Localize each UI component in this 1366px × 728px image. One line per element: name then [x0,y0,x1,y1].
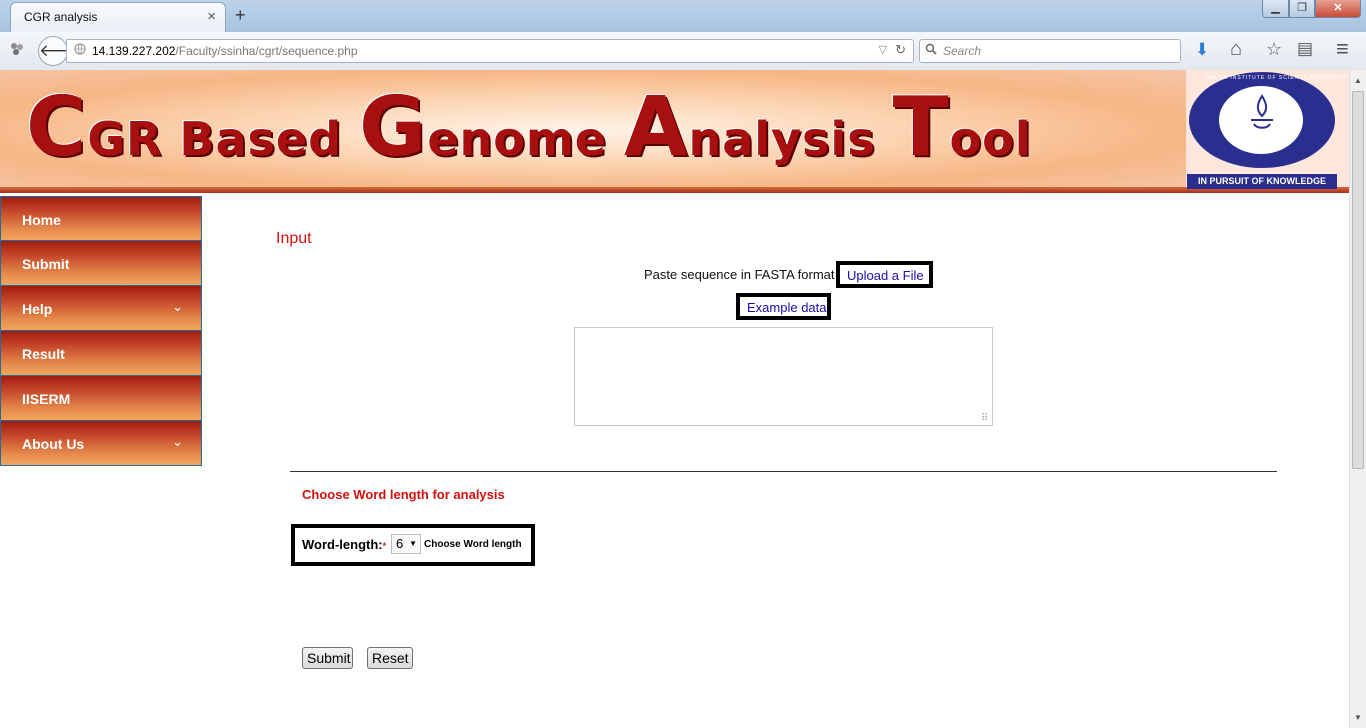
url-dropdown-icon[interactable]: ▽ [879,43,887,56]
reading-list-icon[interactable]: ▤ [1297,39,1313,59]
page-scrollbar[interactable]: ▲ ▼ [1349,71,1366,728]
close-window-button[interactable]: ✕ [1315,0,1361,18]
sidebar-nav: Home Submit Help ⌄ Result IISERM About Us ⌄ [0,196,202,466]
tab-close-icon[interactable]: × [207,8,216,25]
site-title: CGR Based Genome Analysis Tool [26,80,1032,175]
sidebar-item-label: About Us [22,436,85,452]
title-part: T [892,80,950,175]
word-length-value: 6 [396,536,404,551]
word-length-hint: Choose Word length [424,539,522,550]
sidebar-item-label: Home [22,212,61,228]
chevron-down-icon: ⌄ [172,434,183,449]
chevron-down-icon: ⌄ [172,299,183,314]
sidebar-item-label: IISERM [22,391,71,407]
url-host: 14.139.227.202 [92,44,176,58]
upload-link-box: Upload a File [836,261,933,288]
sidebar-item-iiserm[interactable]: IISERM [0,376,202,421]
title-part: nalysis [688,112,893,166]
tab-title: CGR analysis [24,10,98,24]
scroll-up-icon[interactable]: ▲ [1354,76,1362,85]
title-part: A [624,80,689,175]
search-icon [925,43,937,58]
new-tab-icon[interactable]: + [235,5,246,26]
identity-icon[interactable] [9,41,25,61]
home-icon[interactable]: ⌂ [1230,38,1242,61]
url-text: 14.139.227.202/Faculty/ssinha/cgrt/seque… [92,44,358,58]
reload-icon[interactable]: ↻ [895,42,906,58]
paste-instruction: Paste sequence in FASTA format [644,267,835,282]
upload-file-link[interactable]: Upload a File [847,268,924,283]
sequence-input[interactable] [574,327,993,426]
menu-icon[interactable]: ≡ [1336,36,1349,62]
word-length-heading: Choose Word length for analysis [302,487,505,502]
submit-button[interactable]: Submit [302,647,353,669]
required-marker: * [382,541,387,551]
sidebar-item-label: Submit [22,256,70,272]
section-divider [290,471,1277,472]
globe-icon [74,43,86,58]
sidebar-item-label: Help [22,301,53,317]
sidebar-item-home[interactable]: Home [0,196,202,241]
lamp-icon [1249,94,1275,143]
word-length-box: Word-length:* 6 ▼ Choose Word length [291,524,535,566]
maximize-button[interactable]: ❐ [1289,0,1315,18]
back-button[interactable]: 🡐 [38,36,85,66]
sidebar-item-help[interactable]: Help ⌄ [0,286,202,331]
title-part: G [359,80,428,175]
browser-navbar: 🡐 14.139.227.202/Faculty/ssinha/cgrt/seq… [0,32,1366,71]
sidebar-item-submit[interactable]: Submit [0,241,202,286]
scroll-down-icon[interactable]: ▼ [1354,713,1362,722]
title-part: GR [87,112,180,166]
resize-grip-icon[interactable]: ⠿ [981,413,988,424]
search-placeholder: Search [943,44,982,58]
scrollbar-thumb[interactable] [1352,91,1364,469]
title-part: ased [215,112,360,166]
chevron-down-icon: ▼ [409,539,417,548]
url-path: /Faculty/ssinha/cgrt/sequence.php [175,44,358,58]
word-length-label-text: Word-length: [302,537,383,552]
sidebar-item-result[interactable]: Result [0,331,202,376]
search-bar[interactable]: Search [919,39,1181,63]
banner-divider [0,187,1366,193]
logo-motto: IN PURSUIT OF KNOWLEDGE [1187,174,1337,189]
bookmark-star-icon[interactable]: ☆ [1266,39,1282,60]
reset-button[interactable]: Reset [367,647,413,669]
example-link-box: Example data [736,293,831,320]
logo-ring-text: INDIAN INSTITUTE OF SCIENCE EDUCATION AN… [1205,75,1366,81]
sidebar-item-about-us[interactable]: About Us ⌄ [0,421,202,466]
input-heading: Input [276,230,312,247]
browser-titlebar: CGR analysis × + ▁ ❐ ✕ [0,0,1366,32]
institute-logo: INDIAN INSTITUTE OF SCIENCE EDUCATION AN… [1187,72,1366,189]
word-length-label: Word-length:* [302,537,386,552]
site-banner: CGR Based Genome Analysis Tool INDIAN IN… [0,70,1366,196]
download-icon[interactable]: ⬇ [1195,40,1209,60]
title-part: ool [949,112,1032,166]
example-data-link[interactable]: Example data [747,300,827,315]
title-part: C [26,80,88,175]
title-part: B [179,112,216,166]
title-part: enome [427,112,625,166]
minimize-button[interactable]: ▁ [1262,0,1289,18]
browser-tab[interactable]: CGR analysis × [10,2,226,32]
url-bar[interactable]: 14.139.227.202/Faculty/ssinha/cgrt/seque… [66,39,914,63]
sidebar-item-label: Result [22,346,65,362]
word-length-select[interactable]: 6 ▼ [391,534,421,554]
